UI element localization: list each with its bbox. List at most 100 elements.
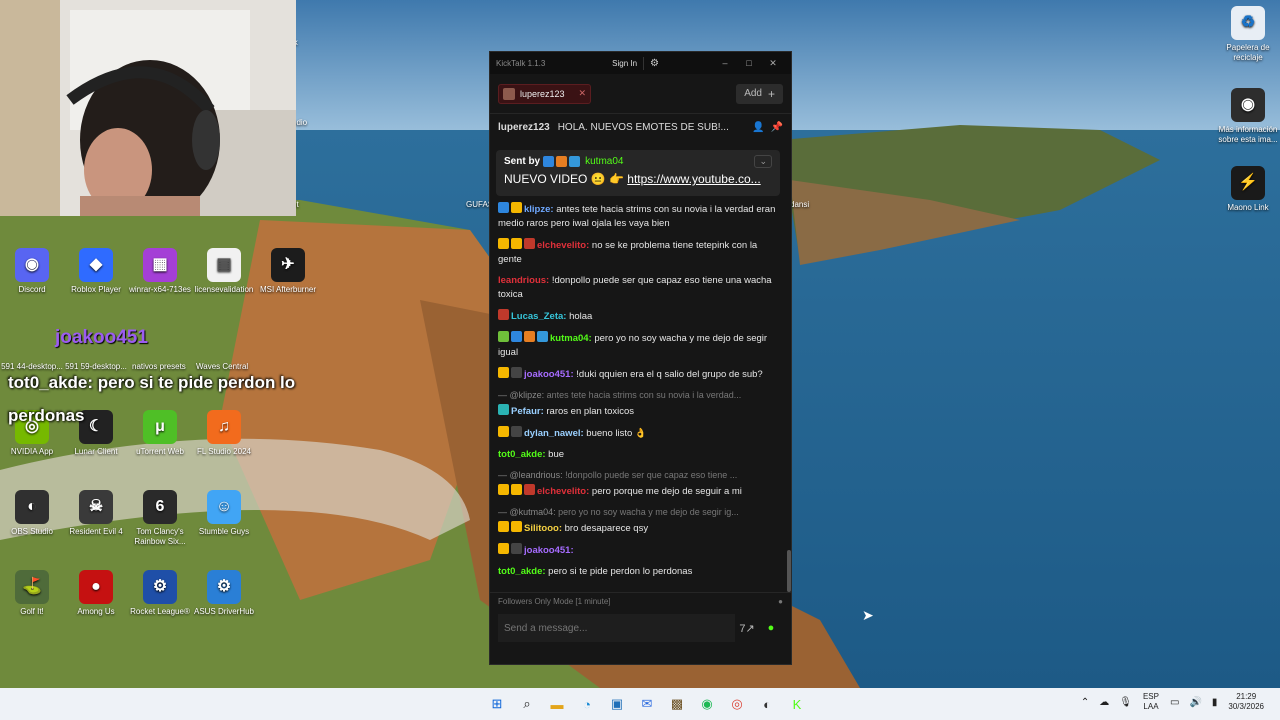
gear-icon[interactable]: ⚙: [650, 58, 659, 69]
reply-preview[interactable]: — @leandrious: !donpollo puede ser que c…: [498, 469, 783, 481]
chat-message[interactable]: Lucas_Zeta: holaa: [498, 309, 783, 324]
store-icon[interactable]: ▣: [605, 692, 629, 716]
desktop-icon-4[interactable]: ✈ MSI Afterburner: [256, 248, 320, 295]
chat-input[interactable]: [498, 614, 735, 642]
desktop-icon-right-1[interactable]: ◉ Más información sobre esta ima...: [1216, 88, 1280, 145]
chevron-up-icon[interactable]: ⌃: [1081, 697, 1089, 708]
battery-icon[interactable]: ▮: [1212, 697, 1218, 708]
chat-username[interactable]: joakoo451:: [524, 369, 574, 380]
chat-username[interactable]: Pefaur:: [511, 406, 544, 417]
chat-scrollbar[interactable]: [787, 550, 791, 592]
folder-icon[interactable]: ▬: [545, 692, 569, 716]
desktop-icon-0[interactable]: ◉ Discord: [0, 248, 64, 295]
minecraft-icon[interactable]: ▩: [665, 692, 689, 716]
reply-preview[interactable]: — @klipze: antes tete hacia strims con s…: [498, 389, 783, 401]
reply-preview[interactable]: — @kutma04: pero yo no soy wacha y me de…: [498, 506, 783, 518]
chat-message[interactable]: elchevelito: no se ke problema tiene tet…: [498, 238, 783, 267]
chat-message[interactable]: dylan_nawel: bueno listo 👌: [498, 426, 783, 441]
desktop-icon-right-0[interactable]: ♻ Papelera de reciclaje: [1216, 6, 1280, 63]
tab-channel[interactable]: luperez123 ✕: [498, 83, 592, 104]
app-icon: ☠: [79, 490, 113, 524]
chat-username[interactable]: kutma04:: [550, 333, 592, 344]
desktop-icon-label: Stumble Guys: [198, 527, 250, 536]
desktop-icon-15[interactable]: ⚙ Rocket League®: [128, 570, 192, 617]
desktop-icon-label: Más información sobre esta ima...: [1218, 125, 1278, 144]
pin-icon[interactable]: 📌: [771, 122, 783, 133]
app-icon: ◐: [15, 490, 49, 524]
obs-icon[interactable]: ◐: [755, 692, 779, 716]
user-icon[interactable]: 👤: [752, 122, 764, 133]
lang-bottom: LAA: [1143, 702, 1159, 711]
app-icon: ⚡: [1231, 166, 1265, 200]
badge-icon: [511, 543, 522, 554]
title-bar: KickTalk 1.1.3 Sign In ⚙ – □ ✕: [490, 52, 791, 74]
clock[interactable]: 21:29 30/3/2026: [1228, 692, 1264, 712]
language-indicator[interactable]: ESP LAA: [1143, 692, 1159, 712]
chat-message[interactable]: Pefaur: raros en plan toxicos: [498, 404, 783, 419]
desktop-icon-1[interactable]: ◆ Roblox Player: [64, 248, 128, 295]
chat-username[interactable]: Lucas_Zeta:: [511, 311, 566, 322]
chat-message[interactable]: kutma04: pero yo no soy wacha y me dejo …: [498, 331, 783, 360]
kicktalk-icon[interactable]: K: [785, 692, 809, 716]
chat-username[interactable]: tot0_akde:: [498, 449, 546, 460]
pinned-header[interactable]: luperez123 HOLA. NUEVOS EMOTES DE SUB!..…: [490, 114, 791, 140]
edge-icon[interactable]: ◔: [575, 692, 599, 716]
desktop-icon-right-2[interactable]: ⚡ Maono Link: [1216, 166, 1280, 213]
close-icon[interactable]: ✕: [761, 58, 785, 69]
minimize-icon[interactable]: –: [713, 58, 737, 68]
chevron-down-icon[interactable]: ⌄: [754, 155, 772, 168]
search-icon[interactable]: ⌕: [515, 692, 539, 716]
desktop-icon-3[interactable]: ▤ licensevalidation: [192, 248, 256, 295]
chrome-icon[interactable]: ◎: [725, 692, 749, 716]
app-icon: ⚙: [207, 570, 241, 604]
desktop-icon-10[interactable]: ☠ Resident Evil 4: [64, 490, 128, 537]
chat-message[interactable]: Silitooo: bro desaparece qsy: [498, 521, 783, 536]
desktop-icon-14[interactable]: ● Among Us: [64, 570, 128, 617]
chat-username[interactable]: elchevelito:: [537, 486, 589, 497]
chat-message[interactable]: tot0_akde: pero si te pide perdon lo per…: [498, 565, 783, 579]
chat-username[interactable]: Silitooo:: [524, 523, 562, 534]
network-tray-icon[interactable]: ☁: [1099, 697, 1109, 708]
desktop-icon-label: winrar-x64-713es: [129, 285, 191, 294]
app-icon: ◉: [15, 248, 49, 282]
outlook-icon[interactable]: ✉: [635, 692, 659, 716]
desktop-icon-13[interactable]: ⛳ Golf It!: [0, 570, 64, 617]
translate-icon[interactable]: 7↗: [735, 622, 759, 635]
chat-message[interactable]: leandrious: !donpollo puede ser que capa…: [498, 274, 783, 302]
badge-icon: [498, 202, 509, 213]
reply-user: — @kutma04:: [498, 507, 556, 517]
desktop-icon-11[interactable]: 6 Tom Clancy's Rainbow Six...: [128, 490, 192, 547]
chat-message[interactable]: joakoo451:: [498, 543, 783, 558]
emote-picker-icon[interactable]: ●: [759, 622, 783, 634]
spotify-icon[interactable]: ◉: [695, 692, 719, 716]
display-icon[interactable]: ▭: [1170, 697, 1179, 708]
desktop-icon-16[interactable]: ⚙ ASUS DriverHub: [192, 570, 256, 617]
chat-username[interactable]: klipze:: [524, 204, 554, 215]
add-channel-button[interactable]: Add +: [736, 83, 783, 104]
start-icon[interactable]: ⊞: [485, 692, 509, 716]
chat-message[interactable]: klipze: antes tete hacia strims con su n…: [498, 202, 783, 231]
maximize-icon[interactable]: □: [737, 58, 761, 68]
chat-username[interactable]: dylan_nawel:: [524, 428, 584, 439]
partial-desktop-label[interactable]: dansi: [790, 200, 809, 210]
microphone-icon[interactable]: 🎙: [1119, 697, 1132, 708]
desktop-icon-2[interactable]: ▦ winrar-x64-713es: [128, 248, 192, 295]
overlay-chat-user: tot0_akde: [8, 373, 88, 392]
chat-username[interactable]: elchevelito:: [537, 240, 589, 251]
volume-icon[interactable]: 🔊: [1189, 697, 1201, 708]
chat-message[interactable]: joakoo451: !duki qquien era el q salio d…: [498, 367, 783, 382]
chat-username[interactable]: joakoo451:: [524, 545, 574, 556]
desktop-icon-9[interactable]: ◐ OBS Studio: [0, 490, 64, 537]
chat-username[interactable]: tot0_akde:: [498, 566, 546, 577]
clock-date: 30/3/2026: [1228, 702, 1264, 711]
chat-username[interactable]: leandrious:: [498, 275, 549, 286]
info-icon[interactable]: ●: [778, 597, 783, 606]
close-tab-icon[interactable]: ✕: [579, 88, 587, 99]
chat-message[interactable]: tot0_akde: bue: [498, 448, 783, 462]
sign-in-button[interactable]: Sign In: [606, 56, 645, 70]
desktop-icon-12[interactable]: ☺ Stumble Guys: [192, 490, 256, 537]
chat-messages[interactable]: Sent by kutma04 ⌄ NUEVO VIDEO 😐 👉 https:…: [490, 140, 791, 592]
chat-message[interactable]: elchevelito: pero porque me dejo de segu…: [498, 484, 783, 499]
pinned-link[interactable]: https://www.youtube.co...: [627, 172, 760, 186]
badge-icon: [511, 202, 522, 213]
